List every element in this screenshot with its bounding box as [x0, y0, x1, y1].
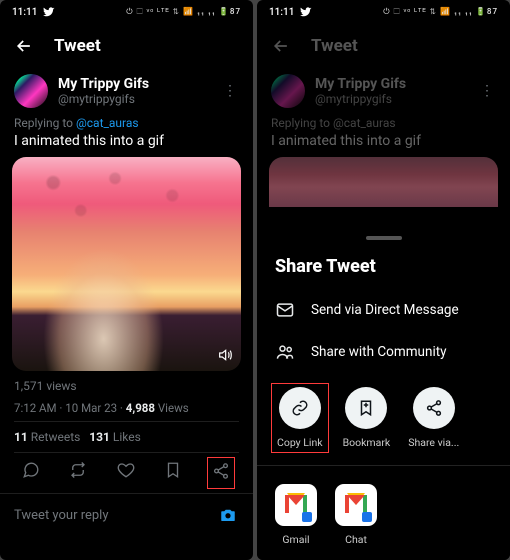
bookmark-button[interactable]: Bookmark: [343, 387, 391, 449]
sheet-title: Share Tweet: [257, 252, 510, 289]
more-options-icon: ⋮: [478, 83, 496, 99]
share-via-button[interactable]: Share via...: [408, 387, 459, 449]
reply-context: Replying to @cat_auras: [0, 114, 253, 130]
share-bottom-sheet: Share Tweet Send via Direct Message Shar…: [257, 224, 510, 560]
share-apps-row: Gmail Chat: [257, 476, 510, 546]
tweet-header: My Trippy Gifs @mytrippygifs ⋮: [0, 68, 253, 114]
status-time: 11:11: [269, 7, 294, 18]
back-arrow-icon[interactable]: [14, 36, 34, 56]
status-indicators: ⏻ ⬚ ᵛᵒ ᴸᵀᴱ ⇅ 📶 ₁₁ ₁₁ 🔋87: [383, 7, 498, 17]
tweet-detail-screen: 11:11 ⏻ ⬚ ᵛᵒ ᴸᵀᴱ ⇅ 📶 ₁₁ ₁₁ 🔋87 Tweet My …: [0, 0, 253, 560]
reply-icon[interactable]: [22, 461, 40, 479]
display-name: My Trippy Gifs: [315, 76, 468, 92]
avatar: [271, 74, 305, 108]
tweet-text: I animated this into a gif: [257, 130, 510, 157]
twitter-bird-icon: [43, 6, 55, 18]
display-name[interactable]: My Trippy Gifs: [58, 76, 211, 92]
volume-icon[interactable]: [217, 347, 233, 363]
tweet-media[interactable]: [12, 157, 241, 371]
send-dm-row[interactable]: Send via Direct Message: [257, 289, 510, 331]
chat-icon: [335, 484, 377, 526]
share-community-row[interactable]: Share with Community: [257, 331, 510, 373]
share-button-highlight: [207, 457, 235, 489]
reply-placeholder: Tweet your reply: [14, 508, 109, 523]
header: Tweet: [0, 24, 253, 68]
gmail-app[interactable]: Gmail: [275, 484, 317, 546]
status-indicators: ⏻ ⬚ ᵛᵒ ᴸᵀᴱ ⇅ 📶 ₁₁ ₁₁ 🔋87: [126, 7, 241, 17]
link-icon: [291, 399, 309, 417]
header: Tweet: [257, 24, 510, 68]
action-bar: [0, 453, 253, 493]
camera-icon: [219, 506, 237, 524]
gmail-icon: [275, 484, 317, 526]
status-bar: 11:11 ⏻ ⬚ ᵛᵒ ᴸᵀᴱ ⇅ 📶 ₁₁ ₁₁ 🔋87: [257, 0, 510, 24]
reply-to-link[interactable]: @cat_auras: [76, 116, 139, 130]
reply-context: Replying to @cat_auras: [257, 114, 510, 130]
like-icon[interactable]: [117, 461, 135, 479]
tweet-timestamp: 7:12 AM · 10 Mar 23 · 4,988 Views: [0, 395, 253, 421]
bookmark-add-icon: [357, 399, 375, 417]
tweet-media-dimmed: [269, 157, 498, 207]
tweet-header: My Trippy Gifs @mytrippygifs ⋮: [257, 68, 510, 114]
copy-link-button[interactable]: Copy Link: [275, 387, 325, 449]
view-count-small: 1,571 views: [0, 371, 253, 395]
share-icon[interactable]: [212, 462, 230, 480]
bookmark-icon[interactable]: [164, 461, 182, 479]
sheet-drag-handle[interactable]: [366, 236, 402, 240]
status-time: 11:11: [12, 7, 37, 18]
share-circle-row: Copy Link Bookmark Share via...: [257, 373, 510, 455]
status-bar: 11:11 ⏻ ⬚ ᵛᵒ ᴸᵀᴱ ⇅ 📶 ₁₁ ₁₁ 🔋87: [0, 0, 253, 24]
more-options-icon[interactable]: ⋮: [221, 83, 239, 99]
chat-app[interactable]: Chat: [335, 484, 377, 546]
camera-button[interactable]: [217, 504, 239, 526]
page-title: Tweet: [54, 36, 101, 56]
tweet-text: I animated this into a gif: [0, 130, 253, 157]
share-nodes-icon: [425, 399, 443, 417]
community-icon: [275, 342, 295, 362]
envelope-icon: [275, 300, 295, 320]
engagement-stats[interactable]: 11 Retweets 131 Likes: [0, 422, 253, 452]
back-arrow-icon: [271, 36, 291, 56]
twitter-bird-icon: [300, 6, 312, 18]
retweet-icon[interactable]: [69, 461, 87, 479]
share-sheet-screen: 11:11 ⏻ ⬚ ᵛᵒ ᴸᵀᴱ ⇅ 📶 ₁₁ ₁₁ 🔋87 Tweet My …: [257, 0, 510, 560]
avatar[interactable]: [14, 74, 48, 108]
handle[interactable]: @mytrippygifs: [58, 92, 211, 106]
page-title: Tweet: [311, 36, 358, 56]
reply-composer[interactable]: Tweet your reply: [0, 493, 253, 536]
handle: @mytrippygifs: [315, 92, 468, 106]
